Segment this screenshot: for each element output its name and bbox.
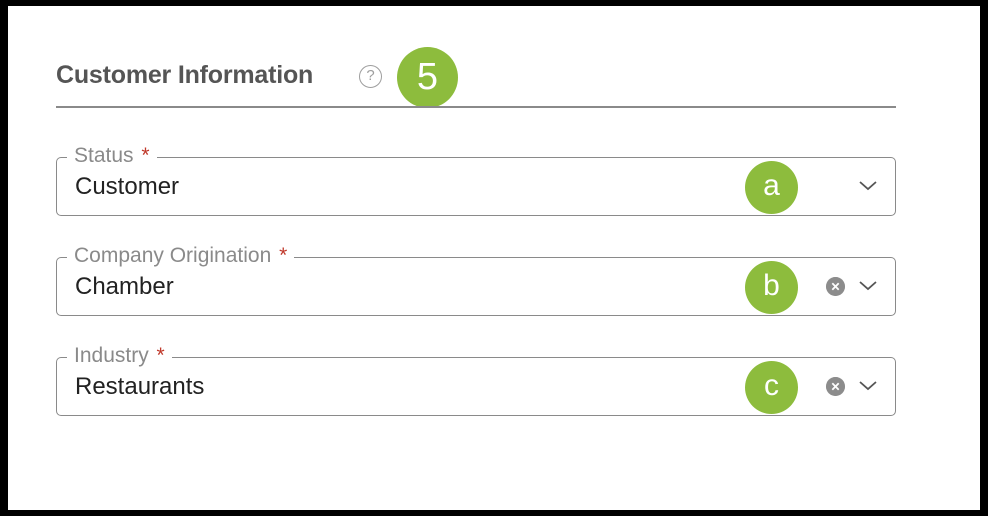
section-title: Customer Information	[56, 61, 314, 89]
status-select[interactable]: Status * Customer a	[56, 144, 896, 216]
status-value: Customer	[75, 173, 180, 200]
company-origination-label: Company Origination *	[67, 244, 295, 268]
chevron-down-icon[interactable]	[857, 277, 879, 293]
status-label: Status *	[67, 144, 157, 168]
industry-label-text: Industry	[74, 344, 149, 367]
callout-marker-b: b	[745, 261, 798, 314]
required-asterisk: *	[279, 244, 288, 267]
help-icon[interactable]: ?	[359, 65, 382, 88]
form-panel: Customer Information ? 5 Status * Custom…	[8, 6, 980, 510]
clear-x-icon[interactable]	[826, 277, 845, 296]
chevron-down-icon[interactable]	[857, 177, 879, 193]
step-badge: 5	[397, 47, 458, 108]
chevron-down-icon[interactable]	[857, 377, 879, 393]
industry-value: Restaurants	[75, 373, 205, 400]
clear-x-icon[interactable]	[826, 377, 845, 396]
required-asterisk: *	[141, 144, 150, 167]
company-origination-value: Chamber	[75, 273, 174, 300]
callout-marker-a: a	[745, 161, 798, 214]
industry-select[interactable]: Industry * Restaurants c	[56, 344, 896, 416]
industry-label: Industry *	[67, 344, 172, 368]
section-divider	[56, 106, 896, 108]
company-origination-select[interactable]: Company Origination * Chamber b	[56, 244, 896, 316]
callout-marker-c: c	[745, 361, 798, 414]
required-asterisk: *	[156, 344, 165, 367]
status-label-text: Status	[74, 144, 134, 167]
company-origination-label-text: Company Origination	[74, 244, 272, 267]
